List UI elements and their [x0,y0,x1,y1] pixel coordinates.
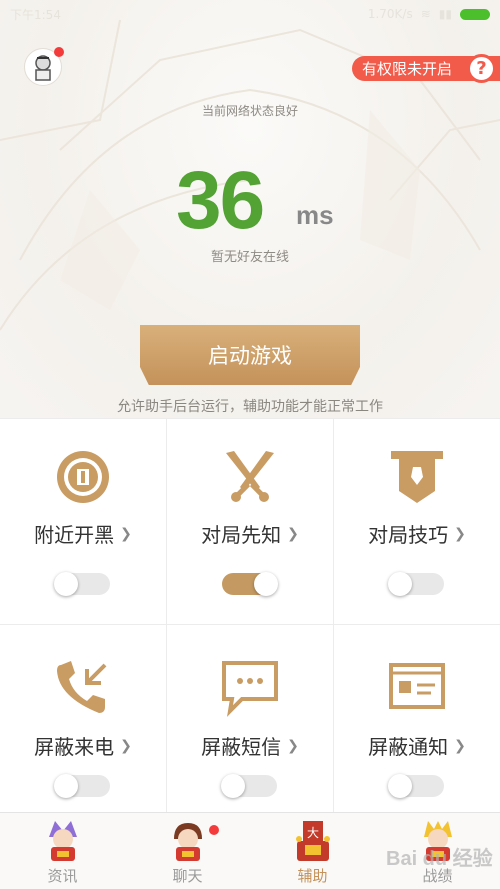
nav-label: 资讯 [47,867,78,885]
notification-card-icon [389,663,445,709]
feature-label: 对局先知 [201,523,282,547]
feature-label-row: 屏蔽来电 ❯ [0,731,166,760]
ping-value: 36 [176,155,265,246]
chat-notification-dot [209,825,219,835]
feature-label: 附近开黑 [34,523,115,547]
battery-icon [460,8,490,20]
feature-match-foresight[interactable]: 对局先知 ❯ [167,419,334,625]
news-character-icon [48,821,77,861]
feature-label: 屏蔽来电 [34,735,115,759]
status-time: 下午1:54 [10,7,61,22]
nav-tab-chat[interactable]: 聊天 [125,813,250,889]
network-status-text: 当前网络状态良好 [201,104,298,118]
feature-toggle[interactable] [221,774,277,798]
feature-grid: 附近开黑 ❯ 对局先知 ❯ 对局技巧 ❯ 屏蔽来电 ❯ 屏蔽短信 ❯ 屏蔽通知 … [0,418,500,813]
background-run-hint: 允许助手后台运行，辅助功能才能正常工作 [117,399,383,415]
feature-toggle[interactable] [388,572,444,596]
avatar-notification-dot [54,47,64,57]
wifi-icon: ≋ [420,7,431,21]
friends-online-text: 暂无好友在线 [210,250,289,265]
chat-character-icon [173,823,202,861]
banner-icon [391,451,443,503]
permission-badge-label: 有权限未开启 [362,60,453,78]
nav-label: 聊天 [172,867,203,885]
permission-badge[interactable]: 有权限未开启 ? [352,54,500,83]
toggle-knob [221,774,245,798]
chevron-right-icon: ❯ [287,525,299,542]
status-bar: 下午1:54 1.70K/s ≋ ▮▮ [0,0,500,28]
feature-block-sms[interactable]: 屏蔽短信 ❯ [167,625,334,813]
toggle-knob [254,572,278,596]
assist-chest-icon: 大 [295,821,330,861]
nav-tab-news[interactable]: 资讯 [0,813,125,889]
feature-toggle[interactable] [222,572,278,596]
phone-call-icon [57,661,107,713]
start-game-button[interactable]: 启动游戏 [140,325,360,385]
chevron-right-icon: ❯ [120,737,132,754]
chevron-right-icon: ❯ [454,525,466,542]
feature-label-row: 对局先知 ❯ [167,519,333,548]
feature-match-tips[interactable]: 对局技巧 ❯ [334,419,500,625]
feature-label-row: 对局技巧 ❯ [334,519,500,548]
feature-nearby-team[interactable]: 附近开黑 ❯ [0,419,167,625]
status-right: 1.70K/s ≋ ▮▮ [368,7,490,21]
feature-toggle[interactable] [54,774,110,798]
crossed-swords-icon [226,451,274,502]
ping-unit: ms [296,200,334,230]
nav-label: 辅助 [297,867,328,885]
help-icon[interactable]: ? [467,54,496,83]
feature-label-row: 屏蔽通知 ❯ [334,731,500,760]
toggle-knob [54,774,78,798]
toggle-knob [388,572,412,596]
radar-icon [57,451,109,503]
message-icon [222,661,278,717]
avatar-icon [35,55,51,81]
feature-label-row: 附近开黑 ❯ [0,519,166,548]
feature-label-row: 屏蔽短信 ❯ [167,731,333,760]
feature-block-calls[interactable]: 屏蔽来电 ❯ [0,625,167,813]
feature-label: 屏蔽通知 [368,735,449,759]
feature-toggle[interactable] [388,774,444,798]
nav-tab-assist[interactable]: 大 辅助 [250,813,375,889]
feature-label: 对局技巧 [368,523,449,547]
feature-label: 屏蔽短信 [201,735,282,759]
chevron-right-icon: ❯ [120,525,132,542]
chevron-right-icon: ❯ [454,737,466,754]
signal-icon: ▮▮ [438,7,452,21]
watermark: Bai du 经验 [386,848,493,870]
toggle-knob [388,774,412,798]
feature-block-notifications[interactable]: 屏蔽通知 ❯ [334,625,500,813]
feature-toggle[interactable] [54,572,110,596]
chevron-right-icon: ❯ [287,737,299,754]
toggle-knob [54,572,78,596]
svg-text:大: 大 [306,826,318,840]
network-speed: 1.70K/s [367,7,413,21]
